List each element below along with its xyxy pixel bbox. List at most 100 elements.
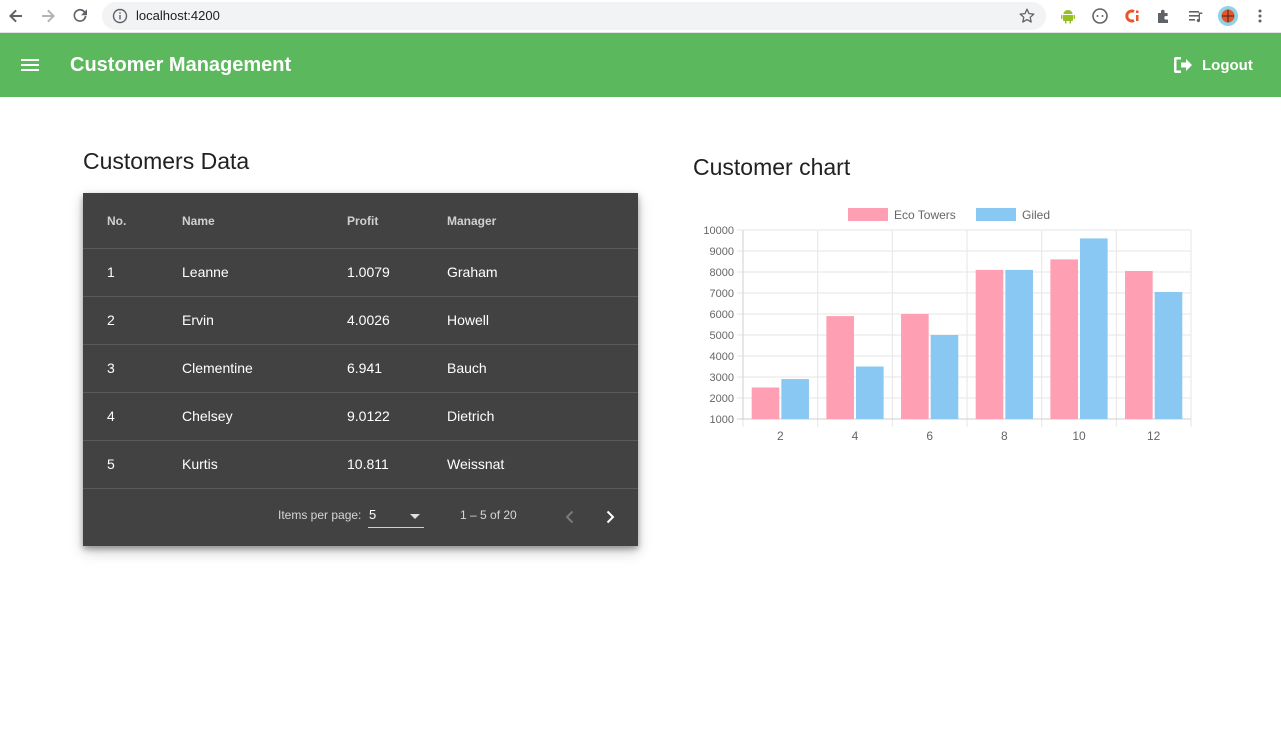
cell-name: Ervin	[182, 312, 214, 328]
table-row[interactable]: 4 Chelsey 9.0122 Dietrich	[83, 393, 638, 441]
y-tick-label: 10000	[703, 225, 734, 237]
table-header-row: No. Name Profit Manager	[83, 193, 638, 249]
bar-giled	[1080, 238, 1108, 419]
legend-label: Eco Towers	[894, 208, 956, 222]
dropdown-arrow-icon	[410, 514, 420, 519]
cell-no: 5	[107, 456, 115, 472]
cell-profit: 10.811	[347, 456, 389, 472]
bar-eco-towers	[1050, 259, 1078, 419]
cell-manager: Howell	[447, 312, 490, 328]
y-tick-label: 5000	[710, 330, 734, 342]
customer-bar-chart: 1000 2000 3000 4000 5000 6000 7000 8000 9000 1000…	[693, 200, 1213, 450]
coupon-extension-icon[interactable]	[1121, 5, 1143, 27]
forward-button[interactable]	[36, 4, 60, 28]
hamburger-menu-icon	[21, 59, 39, 71]
bar-giled	[1154, 291, 1183, 419]
android-extension-icon[interactable]	[1057, 5, 1079, 27]
y-tick-label: 8000	[710, 267, 734, 279]
y-tick-label: 9000	[710, 246, 734, 258]
table-row[interactable]: 3 Clementine 6.941 Bauch	[83, 345, 638, 393]
app-toolbar: Customer Management Logout	[0, 33, 1281, 97]
x-tick-label: 10	[1072, 429, 1086, 443]
menu-button[interactable]	[18, 53, 42, 77]
bar-eco-towers	[751, 387, 780, 419]
cell-name: Kurtis	[182, 456, 218, 472]
cell-manager: Graham	[447, 264, 498, 280]
browser-toolbar: localhost:4200	[0, 0, 1281, 33]
next-page-button[interactable]	[598, 505, 622, 529]
table-row[interactable]: 2 Ervin 4.0026 Howell	[83, 297, 638, 345]
back-arrow-icon	[9, 9, 22, 23]
url-text: localhost:4200	[136, 8, 220, 23]
customer-chart-title: Customer chart	[693, 154, 851, 180]
header-manager[interactable]: Manager	[447, 214, 496, 228]
devtools-extension-icon[interactable]	[1089, 5, 1111, 27]
reload-button[interactable]	[68, 4, 92, 28]
legend-swatch	[976, 208, 1016, 221]
items-per-page-select[interactable]: 5	[368, 504, 424, 528]
bar-giled	[856, 366, 884, 419]
cell-name: Leanne	[182, 264, 229, 280]
browser-menu-icon[interactable]	[1249, 5, 1271, 27]
header-name[interactable]: Name	[182, 214, 215, 228]
reload-icon	[73, 8, 87, 22]
cell-profit: 4.0026	[347, 312, 390, 328]
x-tick-label: 4	[852, 429, 859, 443]
cell-no: 1	[107, 264, 115, 280]
cell-manager: Weissnat	[447, 456, 505, 472]
y-tick-label: 3000	[710, 372, 734, 384]
back-button[interactable]	[4, 4, 28, 28]
logout-button[interactable]: Logout	[1172, 51, 1253, 79]
customers-data-title: Customers Data	[83, 148, 250, 174]
cell-profit: 6.941	[347, 360, 383, 376]
x-tick-label: 2	[777, 429, 784, 443]
table-row[interactable]: 1 Leanne 1.0079 Graham	[83, 249, 638, 297]
cell-profit: 1.0079	[347, 264, 390, 280]
chart-canvas: 1000 2000 3000 4000 5000 6000 7000 8000 9000 1000…	[703, 208, 1192, 443]
customers-table: No. Name Profit Manager 1 Leanne 1.0079 …	[83, 193, 638, 546]
previous-page-button[interactable]	[558, 505, 582, 529]
info-icon[interactable]	[112, 8, 128, 24]
app-title: Customer Management	[70, 54, 292, 76]
y-tick-label: 7000	[710, 288, 734, 300]
sign-out-icon	[1174, 57, 1192, 73]
bar-giled	[930, 335, 959, 419]
table-row[interactable]: 5 Kurtis 10.811 Weissnat	[83, 441, 638, 489]
profile-avatar-icon[interactable]	[1217, 5, 1239, 27]
reading-list-icon[interactable]	[1185, 5, 1207, 27]
y-tick-label: 6000	[710, 309, 734, 321]
legend-label: Giled	[1022, 208, 1050, 222]
items-per-page-value: 5	[369, 507, 377, 522]
x-tick-label: 6	[926, 429, 933, 443]
bookmark-star-icon[interactable]	[1018, 7, 1036, 25]
cell-profit: 9.0122	[347, 408, 390, 424]
y-tick-label: 2000	[710, 393, 734, 405]
bar-eco-towers	[901, 314, 929, 419]
cell-no: 3	[107, 360, 115, 376]
items-per-page-label: Items per page:	[278, 508, 362, 522]
address-bar[interactable]: localhost:4200	[102, 2, 1046, 30]
table-paginator: Items per page: 5 1 – 5 of 20	[83, 490, 638, 546]
bar-eco-towers	[1125, 270, 1153, 419]
cell-name: Chelsey	[182, 408, 233, 424]
y-tick-label: 4000	[710, 351, 734, 363]
page-range-label: 1 – 5 of 20	[460, 508, 517, 522]
cell-no: 4	[107, 408, 115, 424]
chevron-left-icon	[565, 510, 574, 524]
bar-eco-towers	[975, 269, 1004, 419]
x-tick-label: 8	[1001, 429, 1008, 443]
header-profit[interactable]: Profit	[347, 214, 378, 228]
header-no[interactable]: No.	[107, 214, 126, 228]
bar-eco-towers	[826, 316, 854, 419]
legend-swatch	[848, 208, 888, 221]
cell-manager: Dietrich	[447, 408, 495, 424]
cell-name: Clementine	[182, 360, 253, 376]
chevron-right-icon	[606, 510, 615, 524]
cell-no: 2	[107, 312, 115, 328]
cell-manager: Bauch	[447, 360, 487, 376]
puzzle-extensions-icon[interactable]	[1153, 5, 1175, 27]
bar-giled	[781, 379, 809, 419]
y-tick-label: 1000	[710, 414, 734, 426]
forward-arrow-icon	[42, 9, 55, 23]
x-tick-label: 12	[1147, 429, 1161, 443]
